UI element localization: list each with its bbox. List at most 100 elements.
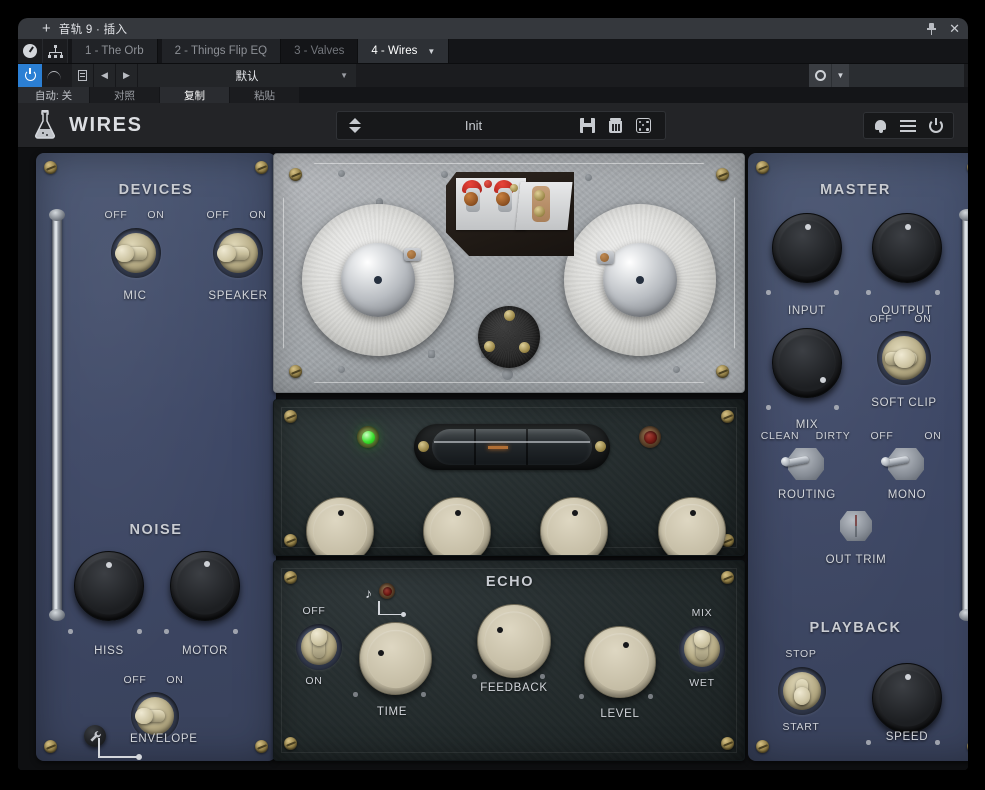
echo-mix-toggle[interactable] xyxy=(679,626,725,672)
feedback-knob[interactable] xyxy=(477,604,551,678)
add-plugin-button[interactable]: + xyxy=(42,21,51,36)
routing-view-button[interactable] xyxy=(43,39,68,63)
supply-reel xyxy=(302,204,454,356)
time-knob[interactable] xyxy=(359,622,432,695)
close-icon[interactable]: ✕ xyxy=(949,22,960,35)
screw xyxy=(284,410,297,423)
chevron-down-icon[interactable]: ▼ xyxy=(427,47,435,56)
mix-tick-max xyxy=(834,405,839,410)
daw-plugin-window: + 音轨 9 · 插入 ✕ 1 - The Orb 2 - Things Fli… xyxy=(18,18,968,770)
settings-field[interactable] xyxy=(849,64,964,87)
wow-flutter-knob[interactable] xyxy=(306,497,374,555)
sync-led-red[interactable] xyxy=(379,583,395,599)
action-bar-filler xyxy=(299,87,968,103)
paste-button[interactable]: 粘贴 xyxy=(229,87,299,103)
dial-view-button[interactable] xyxy=(18,39,43,63)
input-label: INPUT xyxy=(788,305,826,317)
preset-up-icon[interactable] xyxy=(349,118,361,124)
copy-button[interactable]: 复制 xyxy=(159,87,229,103)
wire-recorder-mechanism xyxy=(273,153,745,393)
mono-toggle[interactable] xyxy=(881,448,924,480)
playback-toggle[interactable] xyxy=(778,667,826,715)
bypass-power-icon[interactable] xyxy=(929,117,943,133)
echo-panel: ECHO OFF ON ♪ TIME FEEDBACK LEVEL MIX WE… xyxy=(273,560,745,761)
preset-stepper[interactable] xyxy=(343,118,367,133)
slot-tab-1[interactable]: 1 - The Orb xyxy=(72,39,158,63)
settings-dropdown-button[interactable]: ▼ xyxy=(831,64,849,87)
hiss-tick-min xyxy=(68,629,73,634)
screw xyxy=(716,168,729,181)
motor-label: MOTOR xyxy=(181,645,229,657)
mix-knob[interactable] xyxy=(772,328,842,398)
dial-icon xyxy=(23,44,37,58)
speaker-toggle[interactable] xyxy=(213,228,263,278)
screw xyxy=(284,534,297,547)
soft-clip-toggle[interactable] xyxy=(877,331,931,385)
dice-randomize-icon[interactable] xyxy=(636,118,651,133)
preset-next-button[interactable]: ▶ xyxy=(116,64,138,87)
automation-status[interactable]: 自动: 关 xyxy=(18,87,89,103)
level-knob[interactable] xyxy=(584,626,656,698)
speed-knob[interactable] xyxy=(872,663,942,733)
daw-preset-selector[interactable]: 默认 ▼ xyxy=(138,64,356,87)
input-knob[interactable] xyxy=(772,213,842,283)
save-icon[interactable] xyxy=(580,118,595,133)
screw xyxy=(721,410,734,423)
wow-flutter-indicator xyxy=(338,510,344,516)
hamburger-menu-icon[interactable] xyxy=(900,119,916,132)
preset-list-button[interactable] xyxy=(72,64,94,87)
output-tick-min xyxy=(866,290,871,295)
routing-toggle[interactable] xyxy=(781,448,824,480)
plugin-power-button[interactable] xyxy=(18,64,42,87)
level-tick-min xyxy=(579,694,584,699)
screw xyxy=(44,161,57,174)
screw xyxy=(284,737,297,750)
hiss-knob[interactable] xyxy=(74,551,144,621)
preset-prev-button[interactable]: ◀ xyxy=(94,64,116,87)
titlebar-controls: ✕ xyxy=(926,18,960,39)
plate-rivet xyxy=(441,171,448,178)
tilt-eq-knob[interactable] xyxy=(658,497,726,555)
slot-tab-4[interactable]: 4 - Wires ▼ xyxy=(358,39,450,63)
preset-list-icon xyxy=(78,70,87,81)
settings-group: ▼ xyxy=(809,64,964,87)
clicks-knob[interactable] xyxy=(540,497,608,555)
power-led-green xyxy=(357,426,379,448)
mic-toggle[interactable] xyxy=(111,228,161,278)
output-indicator xyxy=(905,224,911,230)
trash-icon[interactable] xyxy=(609,118,622,133)
plate-rivet xyxy=(585,174,592,181)
mic-on-label: ON xyxy=(147,209,165,221)
settings-button[interactable] xyxy=(809,64,831,87)
speed-indicator xyxy=(905,674,911,680)
compare-button[interactable]: 对照 xyxy=(89,87,159,103)
out-trim-knob[interactable] xyxy=(840,511,872,541)
prev-arrow-icon: ◀ xyxy=(101,70,108,80)
routing-clean-label: CLEAN xyxy=(760,430,800,442)
automation-curve-icon xyxy=(47,71,61,80)
plugin-header-controls xyxy=(863,112,954,139)
preset-nav-group: ◀ ▶ xyxy=(72,64,138,87)
plugin-brand-name: WIRES xyxy=(69,113,143,136)
time-indicator xyxy=(378,650,384,656)
slot-tab-2[interactable]: 2 - Things Flip EQ xyxy=(161,39,282,63)
plugin-preset-name[interactable]: Init xyxy=(367,118,580,133)
motor-knob[interactable] xyxy=(170,551,240,621)
echo-toggle[interactable] xyxy=(296,624,342,670)
hiss-tick-max xyxy=(137,629,142,634)
left-panel: DEVICES OFF ON MIC OFF ON SPEAKER NOISE … xyxy=(36,153,276,761)
output-knob[interactable] xyxy=(872,213,942,283)
automation-button[interactable] xyxy=(42,64,66,87)
time-label: TIME xyxy=(376,706,408,718)
wires-plugin: WIRES Init DEVICES OFF ON MIC OFF ON SPE… xyxy=(18,103,968,770)
sync-route-arrow xyxy=(378,601,406,617)
preset-down-icon[interactable] xyxy=(349,127,361,133)
copper-coil xyxy=(464,192,478,206)
bell-icon[interactable] xyxy=(874,119,887,133)
pin-icon[interactable] xyxy=(926,22,937,35)
drops-knob[interactable] xyxy=(423,497,491,555)
out-trim-label: OUT TRIM xyxy=(825,554,887,566)
slot-tab-3[interactable]: 3 - Valves xyxy=(281,39,359,63)
soft-clip-on-label: ON xyxy=(914,313,932,325)
stop-label: STOP xyxy=(785,648,817,660)
